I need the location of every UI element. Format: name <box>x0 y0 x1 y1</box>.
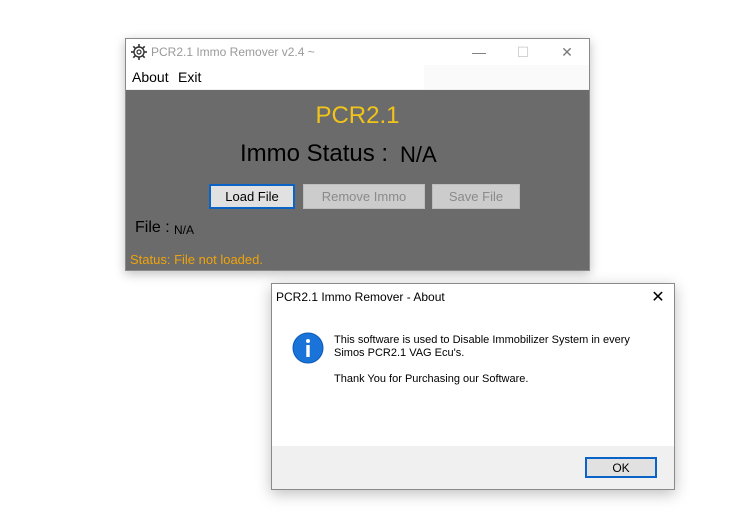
dialog-message-line-3: Thank You for Purchasing our Software. <box>334 373 529 385</box>
save-file-button[interactable]: Save File <box>432 184 520 209</box>
dialog-footer: OK <box>272 446 674 489</box>
main-window: PCR2.1 Immo Remover v2.4 ~ — ☐ ✕ About E… <box>125 38 590 271</box>
gear-icon <box>131 44 147 60</box>
info-icon <box>292 332 324 364</box>
file-label: File : <box>135 219 170 236</box>
menu-exit[interactable]: Exit <box>178 69 201 85</box>
immo-status-label: Immo Status : <box>240 140 389 167</box>
remove-immo-button[interactable]: Remove Immo <box>303 184 425 209</box>
file-value: N/A <box>174 223 195 237</box>
dialog-message-line-2: Simos PCR2.1 VAG Ecu's. <box>334 347 465 359</box>
about-dialog: PCR2.1 Immo Remover - About ✕ This softw… <box>271 283 675 490</box>
load-file-button[interactable]: Load File <box>209 184 295 209</box>
status-text: Status: File not loaded. <box>130 252 263 267</box>
ok-button[interactable]: OK <box>585 457 657 478</box>
immo-status-value: N/A <box>400 142 437 167</box>
menu-bar-spacer <box>424 65 589 89</box>
minimize-button[interactable]: — <box>457 39 501 65</box>
menu-about[interactable]: About <box>132 69 169 85</box>
close-button[interactable]: ✕ <box>545 39 589 65</box>
dialog-close-button[interactable]: ✕ <box>642 284 674 310</box>
maximize-button: ☐ <box>516 43 530 60</box>
app-title: PCR2.1 <box>315 102 400 129</box>
dialog-message-line-1: This software is used to Disable Immobil… <box>334 334 630 346</box>
title-bar[interactable]: PCR2.1 Immo Remover v2.4 ~ — ☐ ✕ <box>126 39 589 65</box>
dialog-title: PCR2.1 Immo Remover - About <box>276 290 445 304</box>
window-title: PCR2.1 Immo Remover v2.4 ~ <box>151 45 315 59</box>
menu-bar: About Exit <box>126 65 589 90</box>
